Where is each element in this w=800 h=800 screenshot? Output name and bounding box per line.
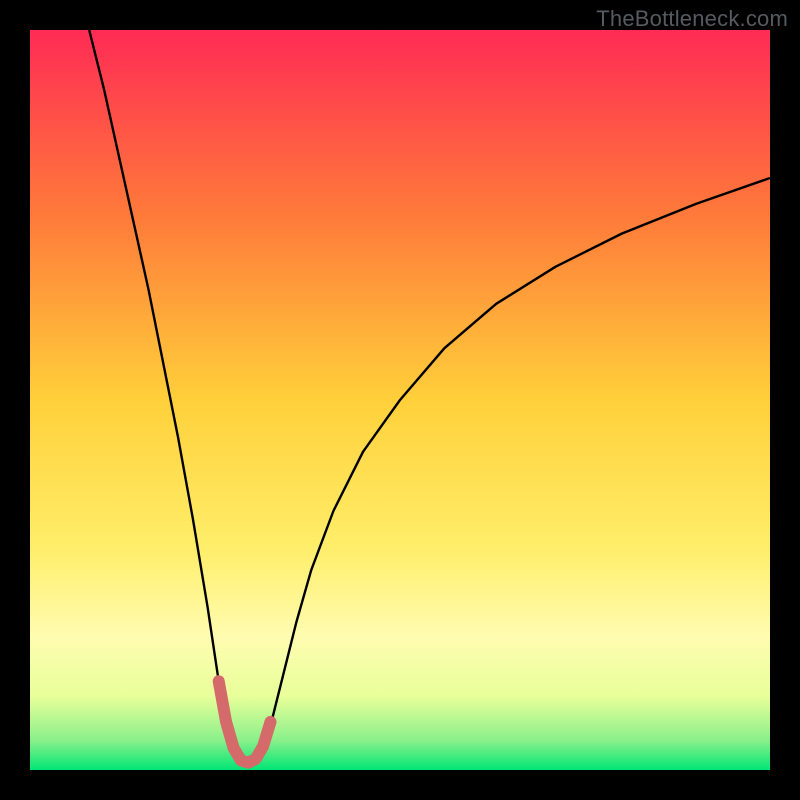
plot-area xyxy=(30,30,770,770)
outer-frame: { "watermark": "TheBottleneck.com", "cha… xyxy=(0,0,800,800)
chart-svg xyxy=(30,30,770,770)
watermark-text: TheBottleneck.com xyxy=(596,6,788,32)
